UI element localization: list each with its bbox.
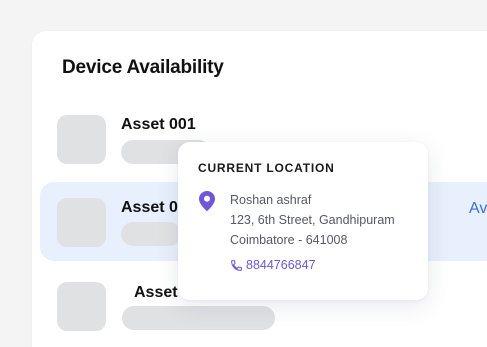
availability-status-label: Av <box>469 200 487 217</box>
address-line-1: 123, 6th Street, Gandhipuram <box>230 213 395 227</box>
screen: Device Availability Asset 001 Asset 00 A… <box>0 0 487 347</box>
phone-icon <box>231 259 242 271</box>
asset-name: Asset 00 <box>121 199 181 216</box>
asset-thumbnail <box>57 282 106 331</box>
contact-name: Roshan ashraf <box>230 193 312 207</box>
address-line-2: Coimbatore - 641008 <box>230 233 348 247</box>
asset-name: Asset <box>134 284 178 301</box>
phone-number: 8844766847 <box>246 258 316 272</box>
location-pin-icon <box>199 191 215 211</box>
asset-thumbnail <box>57 115 106 164</box>
asset-detail-placeholder <box>122 306 275 330</box>
popover-title: CURRENT LOCATION <box>198 161 335 175</box>
phone-link[interactable]: 8844766847 <box>230 257 316 273</box>
asset-detail-placeholder <box>121 222 181 246</box>
asset-thumbnail <box>57 198 106 247</box>
current-location-popover: CURRENT LOCATION Roshan ashraf 123, 6th … <box>178 142 428 300</box>
asset-name: Asset 001 <box>121 116 196 133</box>
card-title: Device Availability <box>62 57 224 78</box>
